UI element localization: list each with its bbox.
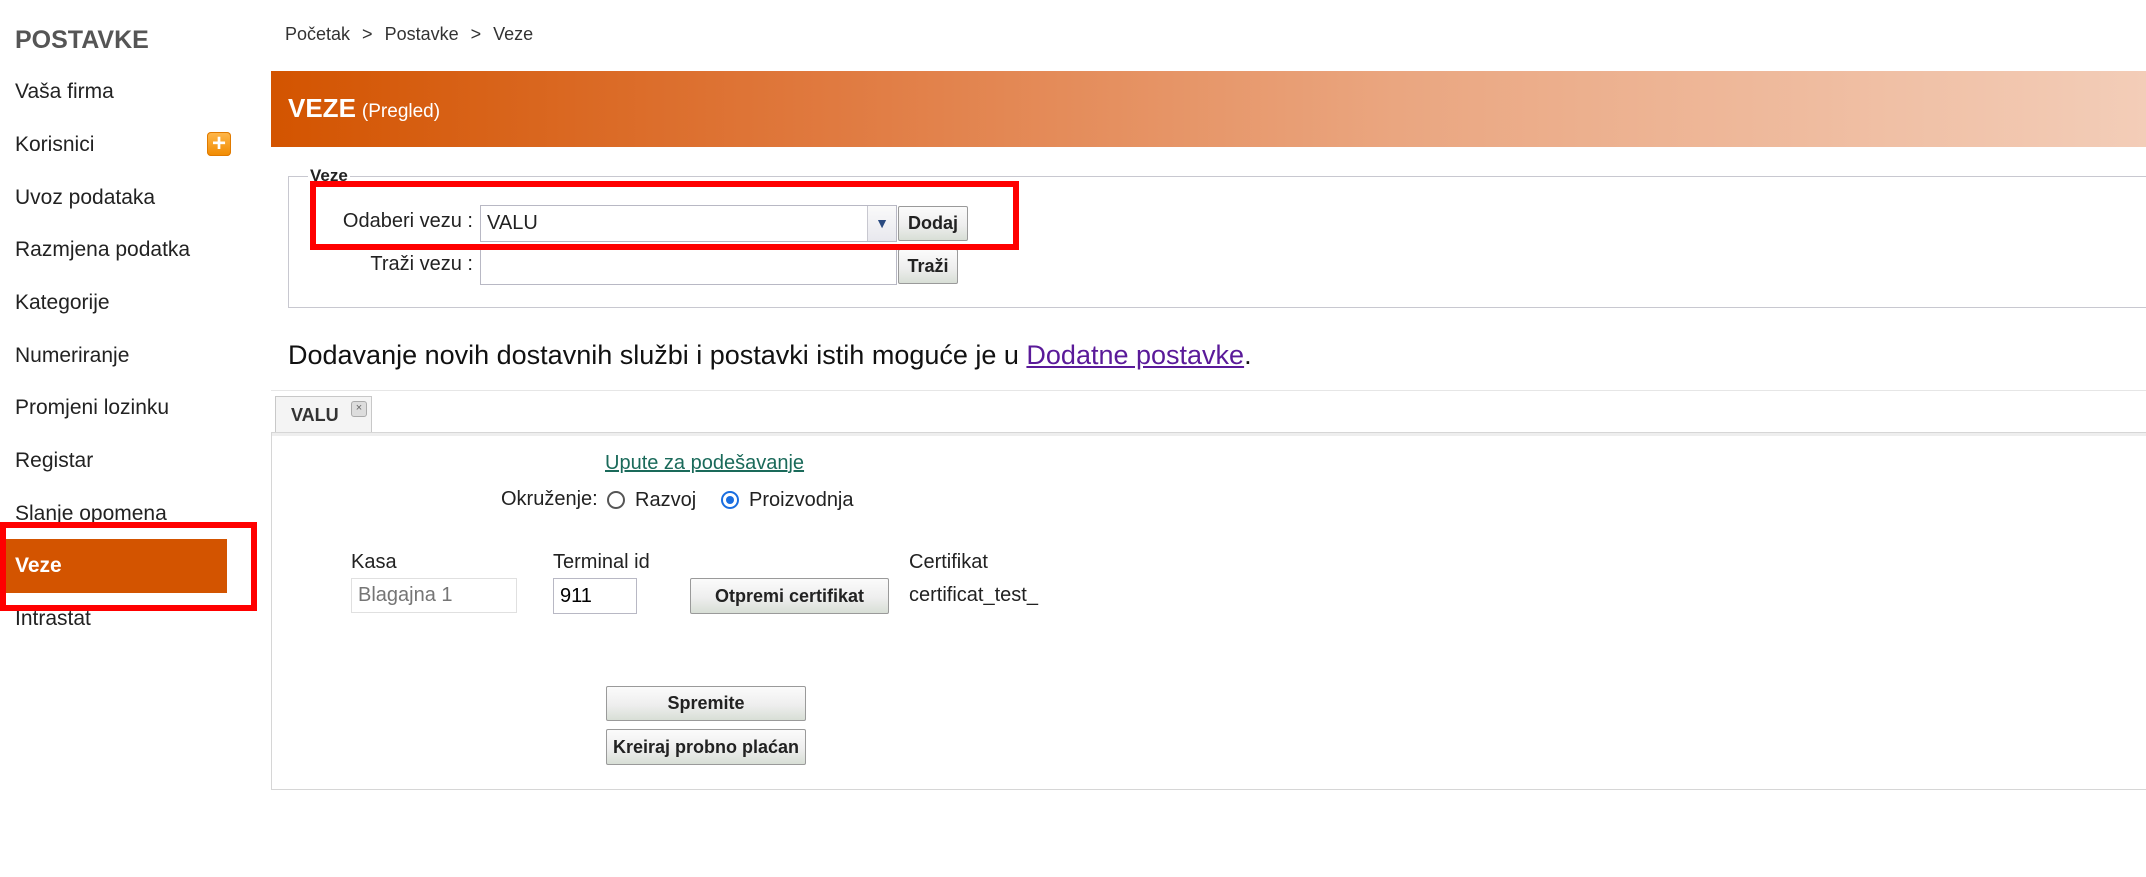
kasa-label: Kasa — [351, 551, 397, 573]
sidebar-item-registar[interactable]: Registar — [15, 447, 93, 475]
page-title-text: VEZE — [288, 93, 356, 123]
create-test-payment-button[interactable]: Kreiraj probno plaćan — [606, 729, 806, 765]
info-text-body: Dodavanje novih dostavnih službi i posta… — [288, 340, 1027, 370]
sidebar-item-uvoz-podataka[interactable]: Uvoz podataka — [15, 184, 155, 212]
sidebar-item-vasa-firma[interactable]: Vaša firma — [15, 78, 114, 106]
radio-razvoj-label[interactable]: Razvoj — [635, 489, 696, 512]
save-button[interactable]: Spremite — [606, 686, 806, 721]
search-connection-button[interactable]: Traži — [898, 249, 958, 284]
additional-settings-link[interactable]: Dodatne postavke — [1026, 340, 1244, 370]
certificate-value: certificat_test_ — [909, 584, 1038, 606]
tab-divider — [271, 390, 2146, 391]
page-title: VEZE (Pregled) — [288, 93, 440, 124]
search-connection-input[interactable] — [480, 248, 897, 285]
kasa-input[interactable] — [351, 578, 517, 613]
highlight-box-sidebar — [0, 522, 257, 611]
radio-proizvodnja[interactable] — [721, 491, 739, 509]
sidebar-item-korisnici[interactable]: Korisnici — [15, 131, 94, 159]
upload-certificate-button[interactable]: Otpremi certifikat — [690, 578, 889, 614]
breadcrumb-separator: > — [362, 24, 373, 44]
setup-guide-link[interactable]: Upute za podešavanje — [605, 452, 804, 475]
sidebar-title: POSTAVKE — [15, 26, 149, 54]
plus-icon[interactable]: + — [207, 132, 231, 156]
sidebar-item-numeriranje[interactable]: Numeriranje — [15, 342, 129, 370]
breadcrumb-item-pocetak[interactable]: Početak — [285, 24, 350, 44]
tab-valu[interactable]: VALU × — [275, 396, 372, 432]
breadcrumb-item-postavke[interactable]: Postavke — [385, 24, 459, 44]
page-header: VEZE (Pregled) — [271, 71, 2146, 147]
environment-label: Okruženje: — [501, 488, 598, 510]
info-text: Dodavanje novih dostavnih službi i posta… — [288, 340, 1252, 371]
panel-top-border — [272, 433, 2146, 436]
terminal-id-input[interactable] — [553, 578, 637, 614]
certificate-label: Certifikat — [909, 551, 988, 573]
terminal-id-label: Terminal id — [553, 551, 650, 573]
sidebar: POSTAVKE Vaša firma Korisnici + Uvoz pod… — [0, 0, 250, 877]
radio-razvoj[interactable] — [607, 491, 625, 509]
tab-valu-label: VALU — [291, 405, 339, 425]
breadcrumb-item-veze: Veze — [493, 24, 534, 44]
close-icon[interactable]: × — [351, 401, 367, 417]
sidebar-item-promjeni-lozinku[interactable]: Promjeni lozinku — [15, 394, 169, 422]
breadcrumb-separator: > — [470, 24, 482, 44]
search-connection-label: Traži vezu : — [370, 253, 473, 275]
breadcrumb: Početak > Postavke > Veze — [285, 24, 533, 45]
page-subtitle: (Pregled) — [361, 101, 441, 122]
radio-proizvodnja-label[interactable]: Proizvodnja — [749, 489, 854, 512]
sidebar-item-kategorije[interactable]: Kategorije — [15, 289, 110, 317]
highlight-box-form — [310, 181, 1019, 250]
sidebar-item-razmjena-podatka[interactable]: Razmjena podatka — [15, 236, 190, 264]
info-text-suffix: . — [1244, 340, 1252, 370]
